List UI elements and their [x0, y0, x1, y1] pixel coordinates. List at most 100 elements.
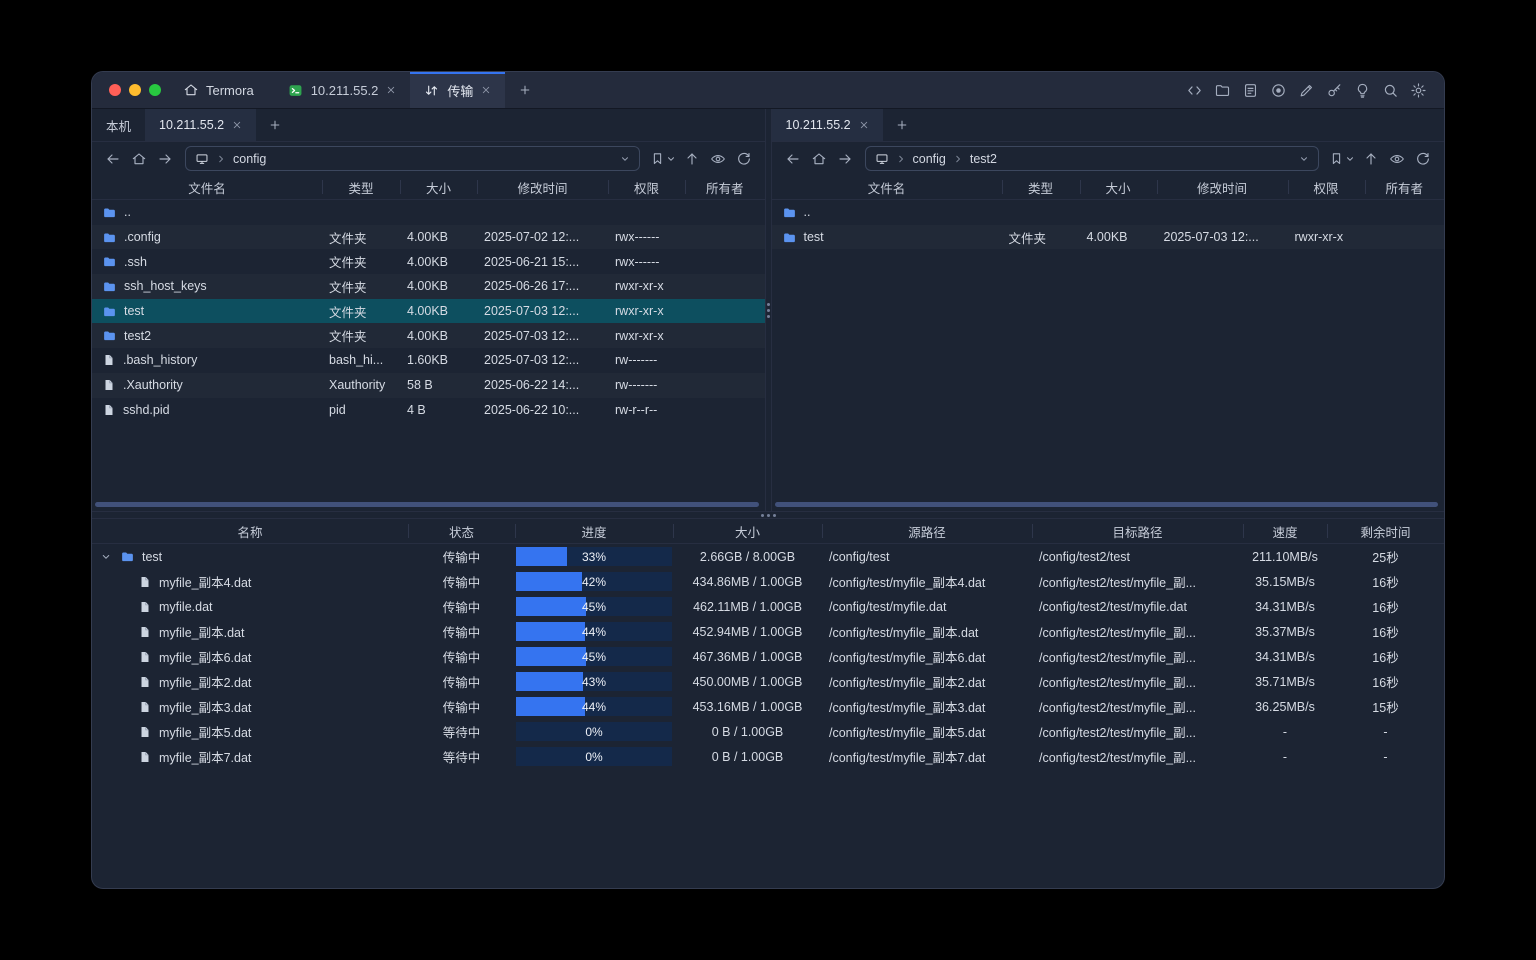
gear-button[interactable]	[1410, 82, 1427, 99]
parent-directory-button[interactable]	[1358, 146, 1384, 172]
vertical-splitter[interactable]	[765, 109, 772, 511]
column-header[interactable]: 名称	[92, 519, 408, 543]
back-button[interactable]	[100, 146, 126, 172]
file-row[interactable]: test 文件夹 4.00KB 2025-07-03 12:... rwxr-x…	[772, 225, 1445, 250]
column-header[interactable]: 权限	[608, 175, 685, 199]
toggle-hidden-files-button[interactable]	[1384, 146, 1410, 172]
panel-tab-local[interactable]: 本机	[92, 109, 145, 141]
path-dropdown-button[interactable]	[620, 154, 630, 164]
file-row[interactable]: .config 文件夹 4.00KB 2025-07-02 12:... rwx…	[92, 225, 765, 250]
column-header[interactable]: 类型	[322, 175, 400, 199]
minimize-window-button[interactable]	[129, 84, 141, 96]
column-header[interactable]: 大小	[673, 519, 822, 543]
close-window-button[interactable]	[109, 84, 121, 96]
column-header[interactable]: 大小	[400, 175, 477, 199]
refresh-button[interactable]	[1410, 146, 1436, 172]
column-header[interactable]: 源路径	[822, 519, 1032, 543]
file-row[interactable]: test2 文件夹 4.00KB 2025-07-03 12:... rwxr-…	[92, 323, 765, 348]
column-header[interactable]: 修改时间	[1157, 175, 1288, 199]
file-row[interactable]: test 文件夹 4.00KB 2025-07-03 12:... rwxr-x…	[92, 299, 765, 324]
column-header[interactable]: 大小	[1080, 175, 1157, 199]
terminal-session-icon	[288, 83, 303, 98]
new-tab-button[interactable]	[505, 72, 545, 108]
transfer-row[interactable]: myfile_副本2.dat 传输中 43% 450.00MB / 1.00GB…	[92, 669, 1444, 694]
key-button[interactable]	[1326, 82, 1343, 99]
transfer-row[interactable]: myfile.dat 传输中 45% 462.11MB / 1.00GB /co…	[92, 594, 1444, 619]
path-segment[interactable]: config	[233, 152, 266, 166]
column-header[interactable]: 权限	[1288, 175, 1365, 199]
tree-toggle[interactable]	[98, 551, 113, 563]
code-button[interactable]	[1186, 82, 1203, 99]
forward-button[interactable]	[832, 146, 858, 172]
path-segment[interactable]: test2	[970, 152, 997, 166]
column-header[interactable]: 剩余时间	[1327, 519, 1444, 543]
close-tab-button[interactable]	[386, 85, 396, 95]
file-row[interactable]: ..	[92, 200, 765, 225]
horizontal-scrollbar[interactable]	[775, 502, 1439, 507]
toggle-hidden-files-button[interactable]	[705, 146, 731, 172]
record-button[interactable]	[1270, 82, 1287, 99]
parent-directory-button[interactable]	[679, 146, 705, 172]
file-row[interactable]: ..	[772, 200, 1445, 225]
column-header[interactable]: 所有者	[1365, 175, 1445, 199]
progress-label: 0%	[516, 747, 672, 766]
transfer-row[interactable]: myfile_副本.dat 传输中 44% 452.94MB / 1.00GB …	[92, 619, 1444, 644]
close-tab-button[interactable]	[232, 120, 242, 130]
close-icon	[232, 120, 242, 130]
file-row[interactable]: sshd.pid pid 4 B 2025-06-22 10:... rw-r-…	[92, 398, 765, 423]
edit-button[interactable]	[1298, 82, 1315, 99]
horizontal-splitter[interactable]	[92, 511, 1444, 519]
file-type: 文件夹	[322, 302, 400, 321]
file-row[interactable]: .bash_history bash_hi... 1.60KB 2025-07-…	[92, 348, 765, 373]
log-button[interactable]	[1242, 82, 1259, 99]
refresh-button[interactable]	[731, 146, 757, 172]
path-segment[interactable]: config	[913, 152, 946, 166]
scrollbar-thumb[interactable]	[95, 502, 759, 507]
column-header[interactable]: 修改时间	[477, 175, 608, 199]
panel-tab-remote[interactable]: 10.211.55.2	[772, 109, 883, 141]
search-button[interactable]	[1382, 82, 1399, 99]
path-bar[interactable]: config test2	[865, 146, 1320, 171]
horizontal-scrollbar[interactable]	[95, 502, 759, 507]
transfer-row[interactable]: myfile_副本5.dat 等待中 0% 0 B / 1.00GB /conf…	[92, 719, 1444, 744]
column-header[interactable]: 文件名	[772, 175, 1002, 199]
transfer-row[interactable]: test 传输中 33% 2.66GB / 8.00GB /config/tes…	[92, 544, 1444, 569]
folder-button[interactable]	[1214, 82, 1231, 99]
file-row[interactable]: .Xauthority Xauthority 58 B 2025-06-22 1…	[92, 373, 765, 398]
column-header[interactable]: 类型	[1002, 175, 1080, 199]
scrollbar-thumb[interactable]	[775, 502, 1439, 507]
add-panel-tab-button[interactable]	[883, 109, 921, 141]
folder-icon	[102, 328, 117, 343]
column-header[interactable]: 所有者	[685, 175, 765, 199]
back-button[interactable]	[780, 146, 806, 172]
column-header[interactable]: 目标路径	[1032, 519, 1243, 543]
transfer-row[interactable]: myfile_副本4.dat 传输中 42% 434.86MB / 1.00GB…	[92, 569, 1444, 594]
panel-tab-remote[interactable]: 10.211.55.2	[145, 109, 256, 141]
close-tab-button[interactable]	[481, 85, 491, 95]
column-header[interactable]: 状态	[408, 519, 515, 543]
bookmark-button[interactable]	[1326, 146, 1358, 172]
progress-label: 45%	[516, 647, 672, 666]
bookmark-button[interactable]	[647, 146, 679, 172]
transfer-row[interactable]: myfile_副本3.dat 传输中 44% 453.16MB / 1.00GB…	[92, 694, 1444, 719]
home-button[interactable]	[126, 146, 152, 172]
titlebar-tab-session[interactable]: 10.211.55.2	[274, 72, 411, 108]
bulb-button[interactable]	[1354, 82, 1371, 99]
column-header[interactable]: 进度	[515, 519, 673, 543]
path-dropdown-button[interactable]	[1299, 154, 1309, 164]
transfer-row[interactable]: myfile_副本7.dat 等待中 0% 0 B / 1.00GB /conf…	[92, 744, 1444, 769]
zoom-window-button[interactable]	[149, 84, 161, 96]
path-bar[interactable]: config	[185, 146, 640, 171]
file-row[interactable]: .ssh 文件夹 4.00KB 2025-06-21 15:... rwx---…	[92, 249, 765, 274]
home-button[interactable]	[806, 146, 832, 172]
file-row[interactable]: ssh_host_keys 文件夹 4.00KB 2025-06-26 17:.…	[92, 274, 765, 299]
forward-button[interactable]	[152, 146, 178, 172]
add-panel-tab-button[interactable]	[256, 109, 294, 141]
transfer-row[interactable]: myfile_副本6.dat 传输中 45% 467.36MB / 1.00GB…	[92, 644, 1444, 669]
app-home-button[interactable]: Termora	[175, 72, 274, 108]
close-tab-button[interactable]	[859, 120, 869, 130]
left-panel-tabs: 本机 10.211.55.2	[92, 109, 765, 142]
titlebar-tab-transfer[interactable]: 传输	[410, 72, 505, 108]
column-header[interactable]: 文件名	[92, 175, 322, 199]
column-header[interactable]: 速度	[1243, 519, 1327, 543]
